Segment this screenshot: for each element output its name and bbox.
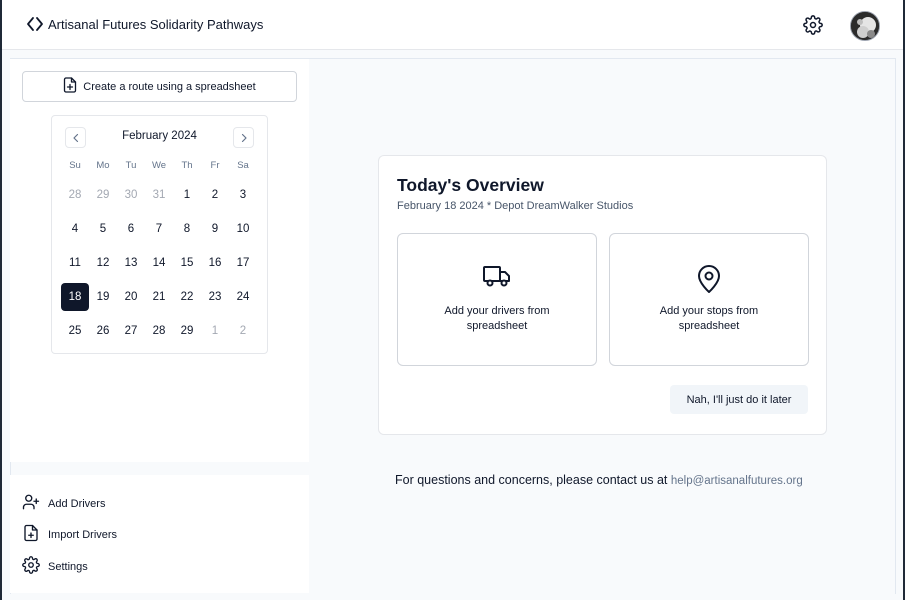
calendar-day[interactable]: 15 xyxy=(173,249,201,277)
calendar-day[interactable]: 11 xyxy=(61,249,89,277)
weekday-label: Sa xyxy=(237,160,249,171)
weekday-label: Tu xyxy=(125,160,137,171)
calendar-week: 25 26 27 28 29 1 2 xyxy=(61,314,257,348)
do-it-later-button[interactable]: Nah, I'll just do it later xyxy=(670,385,808,414)
calendar-day[interactable]: 1 xyxy=(201,317,229,345)
weekday-label: Su xyxy=(69,160,81,171)
add-drivers-link[interactable]: Add Drivers xyxy=(22,493,105,514)
gear-icon xyxy=(22,556,40,577)
create-route-spreadsheet-button[interactable]: Create a route using a spreadsheet xyxy=(22,71,297,102)
calendar-day[interactable]: 20 xyxy=(117,283,145,311)
calendar-day[interactable]: 2 xyxy=(229,317,257,345)
overview-subtitle: February 18 2024 * Depot DreamWalker Stu… xyxy=(397,200,634,212)
contact-text: For questions and concerns, please conta… xyxy=(395,473,668,487)
weekday-label: Mo xyxy=(96,160,110,171)
calendar-day[interactable]: 6 xyxy=(117,215,145,243)
calendar-day[interactable]: 24 xyxy=(229,283,257,311)
contact-email-link[interactable]: help@artisanalfutures.org xyxy=(671,475,803,487)
weekday-label: We xyxy=(151,160,167,171)
calendar-day[interactable]: 16 xyxy=(201,249,229,277)
calendar-weekday-header: Su Mo Tu We Th Fr Sa xyxy=(61,154,257,178)
calendar-day[interactable]: 29 xyxy=(173,317,201,345)
calendar-week: 28 29 30 31 1 2 3 xyxy=(61,178,257,212)
calendar-day[interactable]: 25 xyxy=(61,317,89,345)
file-plus-icon xyxy=(63,77,77,96)
settings-link[interactable]: Settings xyxy=(22,556,88,577)
create-route-label: Create a route using a spreadsheet xyxy=(83,80,256,93)
calendar-day[interactable]: 2 xyxy=(201,181,229,209)
calendar-day[interactable]: 7 xyxy=(145,215,173,243)
calendar: February 2024 Su Mo Tu We Th Fr Sa 28 29… xyxy=(51,115,268,354)
import-drivers-link[interactable]: Import Drivers xyxy=(22,524,117,545)
add-stops-tile-label: Add your stops from spreadsheet xyxy=(659,305,759,332)
calendar-day[interactable]: 28 xyxy=(61,181,89,209)
calendar-day-selected[interactable]: 18 xyxy=(61,283,89,311)
calendar-day[interactable]: 13 xyxy=(117,249,145,277)
app-title: Artisanal Futures Solidarity Pathways xyxy=(48,16,264,32)
contact-line: For questions and concerns, please conta… xyxy=(395,473,803,487)
calendar-grid: Su Mo Tu We Th Fr Sa 28 29 30 31 1 2 3 4… xyxy=(61,154,257,348)
code-brackets-icon xyxy=(26,15,44,33)
brand[interactable]: Artisanal Futures Solidarity Pathways xyxy=(26,15,263,33)
calendar-day[interactable]: 10 xyxy=(229,215,257,243)
calendar-day[interactable]: 22 xyxy=(173,283,201,311)
user-plus-icon xyxy=(22,493,40,514)
calendar-day[interactable]: 17 xyxy=(229,249,257,277)
calendar-day[interactable]: 14 xyxy=(145,249,173,277)
calendar-week: 11 12 13 14 15 16 17 xyxy=(61,246,257,280)
calendar-day[interactable]: 9 xyxy=(201,215,229,243)
weekday-label: Th xyxy=(181,160,193,171)
calendar-day[interactable]: 30 xyxy=(117,181,145,209)
calendar-day[interactable]: 12 xyxy=(89,249,117,277)
calendar-week: 4 5 6 7 8 9 10 xyxy=(61,212,257,246)
settings-label: Settings xyxy=(48,560,88,573)
add-drivers-label: Add Drivers xyxy=(48,497,106,510)
add-stops-tile[interactable]: Add your stops from spreadsheet xyxy=(609,233,809,366)
add-drivers-tile[interactable]: Add your drivers from spreadsheet xyxy=(397,233,597,366)
overview-title: Today's Overview xyxy=(397,175,544,195)
chevron-right-icon[interactable] xyxy=(233,127,254,148)
user-avatar[interactable] xyxy=(850,11,880,41)
calendar-day[interactable]: 29 xyxy=(89,181,117,209)
truck-icon xyxy=(398,264,596,288)
calendar-day[interactable]: 27 xyxy=(117,317,145,345)
map-pin-icon xyxy=(610,264,808,294)
calendar-day[interactable]: 8 xyxy=(173,215,201,243)
calendar-day[interactable]: 19 xyxy=(89,283,117,311)
calendar-day[interactable]: 3 xyxy=(229,181,257,209)
calendar-day[interactable]: 31 xyxy=(145,181,173,209)
calendar-day[interactable]: 5 xyxy=(89,215,117,243)
calendar-week: 18 19 20 21 22 23 24 xyxy=(61,280,257,314)
gear-icon[interactable] xyxy=(803,15,823,35)
calendar-day[interactable]: 26 xyxy=(89,317,117,345)
weekday-label: Fr xyxy=(210,160,220,171)
overview-card: Today's Overview February 18 2024 * Depo… xyxy=(378,155,827,435)
add-drivers-tile-label: Add your drivers from spreadsheet xyxy=(444,305,550,332)
calendar-day[interactable]: 28 xyxy=(145,317,173,345)
file-plus-icon xyxy=(22,524,40,545)
import-drivers-label: Import Drivers xyxy=(48,528,118,541)
calendar-day[interactable]: 4 xyxy=(61,215,89,243)
top-header: Artisanal Futures Solidarity Pathways xyxy=(2,0,903,50)
calendar-day[interactable]: 21 xyxy=(145,283,173,311)
calendar-day[interactable]: 23 xyxy=(201,283,229,311)
calendar-day[interactable]: 1 xyxy=(173,181,201,209)
